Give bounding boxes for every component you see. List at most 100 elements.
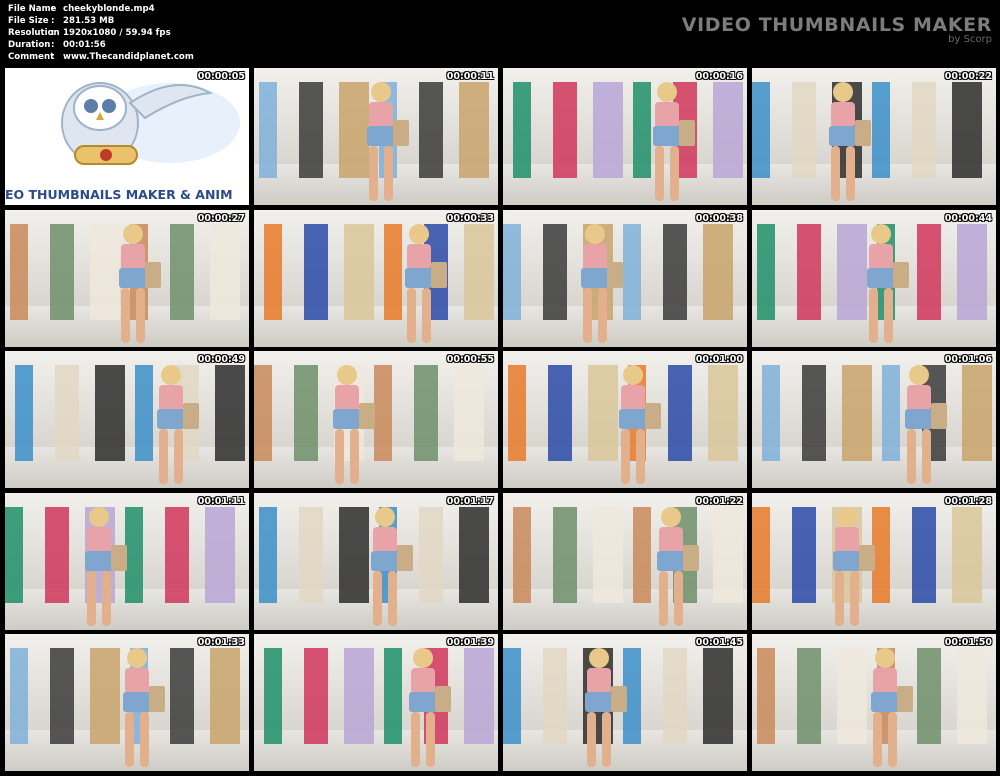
clothing-rack: [464, 647, 494, 744]
clothing-rack: [464, 223, 494, 320]
video-thumbnail[interactable]: 00:01:06: [752, 351, 996, 488]
clothing-rack: [454, 364, 484, 461]
thumbnail-timestamp: 00:01:00: [695, 354, 743, 365]
store-scene: [752, 68, 996, 205]
thumbnail-timestamp: 00:01:22: [695, 496, 743, 507]
shopper-figure: [367, 82, 409, 201]
video-thumbnail[interactable]: 00:01:11: [5, 493, 249, 630]
video-thumbnail[interactable]: 00:00:49: [5, 351, 249, 488]
shopper-figure: [157, 365, 199, 484]
clothing-rack: [254, 364, 272, 461]
clothing-rack: [299, 81, 323, 178]
store-scene: [254, 68, 498, 205]
thumbnail-timestamp: 00:01:17: [446, 496, 494, 507]
info-value: cheekyblonde.mp4: [63, 4, 155, 14]
clothing-rack: [553, 81, 577, 178]
clothing-rack: [802, 364, 826, 461]
video-thumbnail[interactable]: 00:00:22: [752, 68, 996, 205]
clothing-rack: [952, 506, 982, 603]
info-row-filename: File Name: cheekyblonde.mp4: [8, 4, 155, 14]
video-thumbnail[interactable]: 00:01:50: [752, 634, 996, 771]
info-row-resolution: Resolution:1920x1080 / 59.94 fps: [8, 27, 171, 38]
info-key: Comment: [8, 51, 55, 62]
store-scene: [254, 210, 498, 347]
clothing-rack: [757, 223, 775, 320]
clothing-rack: [668, 364, 692, 461]
clothing-rack: [663, 223, 687, 320]
store-scene: [503, 351, 747, 488]
clothing-rack: [912, 81, 936, 178]
store-scene: [752, 634, 996, 771]
clothing-rack: [344, 647, 374, 744]
info-key: File Name: [8, 4, 57, 14]
shopper-figure: [905, 365, 947, 484]
clothing-rack: [459, 81, 489, 178]
info-key: Duration: [8, 39, 51, 50]
video-thumbnail[interactable]: EO THUMBNAILS MAKER & ANIM 00:00:05: [5, 68, 249, 205]
info-value: 1920x1080 / 59.94 fps: [63, 27, 171, 38]
shopper-figure: [371, 507, 413, 626]
shopper-figure: [123, 648, 165, 767]
store-scene: [254, 351, 498, 488]
video-thumbnail[interactable]: 00:00:55: [254, 351, 498, 488]
video-thumbnail[interactable]: 00:00:38: [503, 210, 747, 347]
clothing-rack: [713, 506, 743, 603]
store-scene: [254, 634, 498, 771]
video-thumbnail[interactable]: 00:01:33: [5, 634, 249, 771]
clothing-rack: [170, 647, 194, 744]
clothing-rack: [593, 506, 623, 603]
clothing-rack: [548, 364, 572, 461]
info-value: 00:01:56: [63, 39, 106, 50]
video-thumbnail[interactable]: 00:00:27: [5, 210, 249, 347]
video-thumbnail[interactable]: 00:01:00: [503, 351, 747, 488]
video-thumbnail[interactable]: 00:01:45: [503, 634, 747, 771]
thumbnail-timestamp: 00:00:22: [944, 71, 992, 82]
clothing-rack: [797, 647, 821, 744]
clothing-rack: [752, 506, 770, 603]
store-scene: [752, 493, 996, 630]
clothing-rack: [703, 647, 733, 744]
shopper-figure: [581, 224, 623, 343]
shopper-figure: [619, 365, 661, 484]
clothing-rack: [708, 364, 738, 461]
video-thumbnail[interactable]: 00:01:22: [503, 493, 747, 630]
owl-logo-icon: [61, 82, 240, 165]
shopper-figure: [405, 224, 447, 343]
store-scene: [5, 210, 249, 347]
shopper-figure: [833, 507, 875, 626]
store-scene: [503, 210, 747, 347]
video-thumbnail[interactable]: 00:00:11: [254, 68, 498, 205]
clothing-rack: [703, 223, 733, 320]
video-thumbnail[interactable]: 00:00:33: [254, 210, 498, 347]
clothing-rack: [294, 364, 318, 461]
shopper-figure: [871, 648, 913, 767]
shopper-figure: [119, 224, 161, 343]
thumbnail-timestamp: 00:01:45: [695, 637, 743, 648]
thumbnail-timestamp: 00:00:27: [197, 213, 245, 224]
video-thumbnail[interactable]: 00:01:28: [752, 493, 996, 630]
clothing-rack: [45, 506, 69, 603]
clothing-rack: [962, 364, 992, 461]
clothing-rack: [419, 81, 443, 178]
store-scene: [5, 493, 249, 630]
info-key: File Size: [8, 15, 49, 26]
video-thumbnail[interactable]: 00:01:39: [254, 634, 498, 771]
clothing-rack: [752, 81, 770, 178]
video-thumbnail[interactable]: 00:00:44: [752, 210, 996, 347]
video-thumbnail[interactable]: 00:01:17: [254, 493, 498, 630]
shopper-figure: [409, 648, 451, 767]
store-scene: [503, 68, 747, 205]
clothing-rack: [957, 647, 987, 744]
clothing-rack: [513, 506, 531, 603]
info-row-comment: Comment: www.Thecandidplanet.com: [8, 51, 194, 62]
video-thumbnail[interactable]: 00:00:16: [503, 68, 747, 205]
shopper-figure: [657, 507, 699, 626]
clothing-rack: [503, 223, 521, 320]
store-scene: [5, 351, 249, 488]
clothing-rack: [713, 81, 743, 178]
clothing-rack: [259, 81, 277, 178]
clothing-rack: [264, 647, 282, 744]
thumbnail-timestamp: 00:01:06: [944, 354, 992, 365]
info-value: 281.53 MB: [63, 15, 115, 26]
thumbnail-timestamp: 00:01:28: [944, 496, 992, 507]
